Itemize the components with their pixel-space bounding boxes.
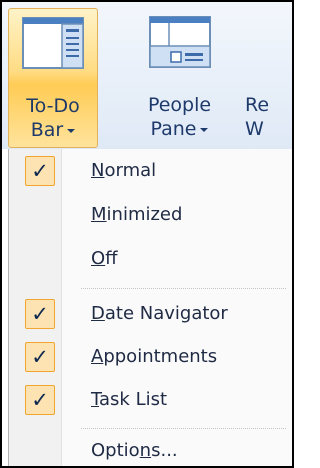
menu-item-label: Task List	[91, 389, 168, 410]
menu-separator	[81, 428, 286, 429]
todo-bar-label-text: Bar	[30, 119, 64, 141]
menu-item-appointments[interactable]: ✓ Appointments	[9, 339, 292, 375]
accelerator-key: T	[91, 389, 100, 410]
todo-bar-label-line2: Bar	[9, 119, 97, 141]
menu-item-date-navigator[interactable]: ✓ Date Navigator	[9, 296, 292, 332]
menu-item-task-list[interactable]: ✓ Task List	[9, 382, 292, 418]
todo-bar-dropdown-menu: ✓ Normal Minimized Off ✓ Date Navigator …	[8, 149, 292, 466]
check-icon: ✓	[25, 342, 55, 372]
menu-separator	[81, 288, 286, 289]
chevron-down-icon	[200, 127, 209, 132]
menu-item-label: Options...	[91, 440, 178, 461]
screenshot-frame: To-Do Bar People Pane Re W ✓ Normal Mini…	[0, 0, 294, 468]
menu-item-label: Normal	[91, 160, 157, 181]
accelerator-key: A	[91, 346, 104, 367]
menu-item-label: Date Navigator	[91, 303, 228, 324]
people-pane-label-text: Pane	[150, 118, 197, 140]
todo-bar-layout-icon	[22, 17, 84, 69]
people-pane-label-line2: Pane	[132, 118, 227, 140]
check-icon: ✓	[25, 156, 55, 186]
reading-pane-button[interactable]: Re W	[245, 8, 292, 148]
people-pane-label-line1: People	[147, 94, 212, 116]
check-icon: ✓	[25, 299, 55, 329]
accelerator-key: N	[91, 160, 105, 181]
people-pane-button[interactable]: People Pane	[132, 8, 227, 148]
menu-item-label: Appointments	[91, 346, 218, 367]
accelerator-key: D	[91, 303, 105, 324]
menu-item-options[interactable]: Options...	[9, 433, 292, 466]
chevron-down-icon	[67, 128, 76, 133]
todo-bar-label-line1: To-Do	[26, 95, 80, 117]
reading-pane-label-line1: Re	[245, 94, 270, 116]
menu-item-off[interactable]: Off	[9, 241, 292, 277]
accelerator-key: n	[139, 440, 152, 461]
people-pane-layout-icon	[148, 16, 211, 68]
menu-item-label: Minimized	[91, 204, 183, 225]
ribbon-layout-group: To-Do Bar People Pane Re W	[2, 2, 292, 149]
menu-item-minimized[interactable]: Minimized	[9, 197, 292, 233]
reading-pane-label-line2: W	[245, 118, 264, 140]
accelerator-key: O	[91, 248, 106, 269]
accelerator-key: M	[91, 204, 107, 225]
todo-bar-button[interactable]: To-Do Bar	[8, 8, 98, 148]
menu-item-label: Off	[91, 248, 118, 269]
check-icon: ✓	[25, 385, 55, 415]
menu-item-normal[interactable]: ✓ Normal	[9, 153, 292, 189]
